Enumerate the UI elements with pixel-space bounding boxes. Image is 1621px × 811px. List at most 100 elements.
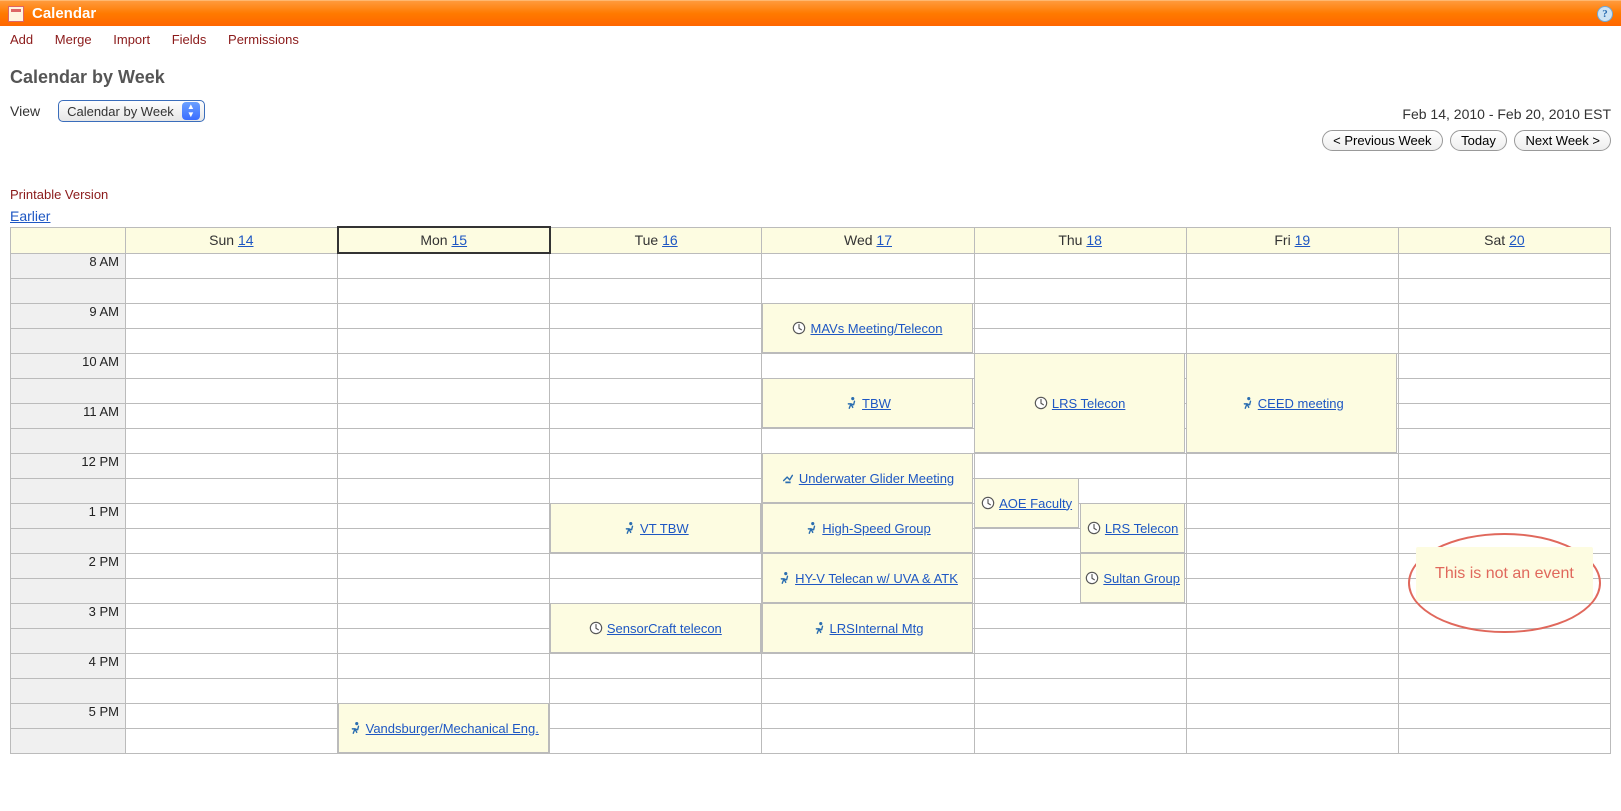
calendar-cell[interactable] (1398, 553, 1610, 578)
calendar-cell[interactable] (338, 553, 550, 578)
calendar-cell[interactable] (1398, 378, 1610, 403)
calendar-cell[interactable] (762, 728, 974, 753)
calendar-cell[interactable] (1398, 303, 1610, 328)
calendar-cell[interactable] (550, 703, 762, 728)
day-link[interactable]: 20 (1509, 232, 1525, 248)
event-link[interactable]: LRS Telecon (1105, 521, 1178, 536)
calendar-cell[interactable] (762, 653, 974, 678)
calendar-cell[interactable] (1398, 653, 1610, 678)
calendar-cell[interactable] (1186, 253, 1398, 278)
calendar-cell[interactable] (550, 303, 762, 328)
calendar-cell[interactable] (974, 628, 1186, 653)
calendar-cell[interactable] (126, 553, 338, 578)
calendar-cell[interactable] (762, 278, 974, 303)
calendar-cell[interactable] (1186, 703, 1398, 728)
calendar-cell[interactable] (550, 678, 762, 703)
calendar-event[interactable]: Sultan Group (1080, 553, 1185, 603)
day-link[interactable]: 17 (876, 232, 892, 248)
calendar-cell[interactable] (126, 603, 338, 628)
calendar-cell[interactable] (1186, 603, 1398, 628)
event-link[interactable]: LRSInternal Mtg (830, 621, 924, 636)
calendar-cell[interactable] (550, 453, 762, 478)
calendar-cell[interactable] (338, 653, 550, 678)
calendar-cell[interactable] (1398, 453, 1610, 478)
calendar-cell[interactable] (974, 328, 1186, 353)
calendar-cell[interactable] (550, 328, 762, 353)
calendar-cell[interactable] (126, 328, 338, 353)
calendar-cell[interactable] (126, 653, 338, 678)
calendar-cell[interactable] (1398, 428, 1610, 453)
event-link[interactable]: CEED meeting (1258, 396, 1344, 411)
calendar-cell[interactable] (338, 603, 550, 628)
event-link[interactable]: SensorCraft telecon (607, 621, 722, 636)
calendar-cell[interactable] (338, 278, 550, 303)
calendar-cell[interactable] (126, 453, 338, 478)
calendar-cell[interactable] (338, 628, 550, 653)
calendar-event[interactable]: HY-V Telecan w/ UVA & ATK (762, 553, 973, 603)
calendar-cell[interactable] (338, 678, 550, 703)
calendar-cell[interactable] (1186, 328, 1398, 353)
calendar-cell[interactable] (550, 428, 762, 453)
calendar-cell[interactable] (1186, 678, 1398, 703)
event-link[interactable]: High-Speed Group (822, 521, 930, 536)
event-link[interactable]: AOE Faculty (999, 496, 1072, 511)
calendar-cell[interactable] (338, 503, 550, 528)
calendar-cell[interactable] (1186, 578, 1398, 603)
day-link[interactable]: 18 (1086, 232, 1102, 248)
calendar-cell[interactable] (1398, 328, 1610, 353)
calendar-event[interactable]: AOE Faculty (974, 478, 1079, 528)
day-link[interactable]: 16 (662, 232, 678, 248)
event-link[interactable]: TBW (862, 396, 891, 411)
calendar-cell[interactable] (762, 678, 974, 703)
action-fields[interactable]: Fields (172, 32, 207, 47)
calendar-cell[interactable] (338, 578, 550, 603)
today-button[interactable]: Today (1450, 130, 1507, 151)
calendar-event[interactable]: LRS Telecon (974, 353, 1185, 453)
calendar-cell[interactable] (550, 403, 762, 428)
calendar-event[interactable]: Underwater Glider Meeting (762, 453, 973, 503)
calendar-cell[interactable] (1398, 628, 1610, 653)
calendar-cell[interactable] (1186, 503, 1398, 528)
calendar-cell[interactable] (126, 578, 338, 603)
event-link[interactable]: VT TBW (640, 521, 689, 536)
calendar-cell[interactable] (974, 678, 1186, 703)
action-add[interactable]: Add (10, 32, 33, 47)
calendar-cell[interactable] (126, 678, 338, 703)
calendar-cell[interactable] (338, 303, 550, 328)
calendar-cell[interactable] (550, 278, 762, 303)
calendar-cell[interactable] (762, 253, 974, 278)
calendar-event[interactable]: LRSInternal Mtg (762, 603, 973, 653)
calendar-cell[interactable] (126, 478, 338, 503)
calendar-cell[interactable] (1398, 278, 1610, 303)
calendar-cell[interactable] (974, 603, 1186, 628)
calendar-cell[interactable] (762, 428, 974, 453)
calendar-cell[interactable] (1398, 703, 1610, 728)
action-permissions[interactable]: Permissions (228, 32, 299, 47)
calendar-cell[interactable] (338, 528, 550, 553)
calendar-cell[interactable] (974, 253, 1186, 278)
event-link[interactable]: Vandsburger/Mechanical Eng. (366, 721, 539, 736)
calendar-cell[interactable] (1398, 728, 1610, 753)
calendar-cell[interactable] (1186, 278, 1398, 303)
calendar-cell[interactable] (126, 353, 338, 378)
calendar-cell[interactable] (126, 428, 338, 453)
calendar-cell[interactable] (126, 253, 338, 278)
calendar-cell[interactable] (550, 578, 762, 603)
help-icon[interactable]: ? (1597, 6, 1613, 22)
calendar-cell[interactable] (1398, 578, 1610, 603)
day-link[interactable]: 19 (1295, 232, 1311, 248)
calendar-cell[interactable] (338, 403, 550, 428)
calendar-cell[interactable] (974, 653, 1186, 678)
calendar-cell[interactable] (974, 303, 1186, 328)
calendar-cell[interactable] (1398, 353, 1610, 378)
next-week-button[interactable]: Next Week > (1514, 130, 1611, 151)
calendar-cell[interactable] (550, 378, 762, 403)
calendar-cell[interactable] (338, 353, 550, 378)
view-select[interactable]: Calendar by Week ▲▼ (58, 100, 205, 122)
calendar-cell[interactable] (550, 728, 762, 753)
prev-week-button[interactable]: < Previous Week (1322, 130, 1442, 151)
calendar-event[interactable]: LRS Telecon (1080, 503, 1185, 553)
calendar-cell[interactable] (1398, 503, 1610, 528)
calendar-event[interactable]: TBW (762, 378, 973, 428)
calendar-cell[interactable] (974, 703, 1186, 728)
